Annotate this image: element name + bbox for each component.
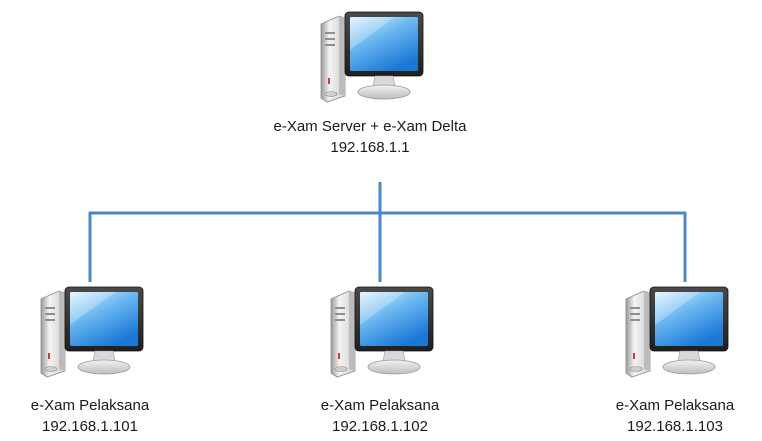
client-ip: 192.168.1.101 [42, 418, 138, 435]
network-diagram: e-Xam Server + e-Xam Delta 192.168.1.1 e… [0, 0, 762, 441]
client-node: e-Xam Pelaksana 192.168.1.102 [260, 285, 500, 437]
client-label: e-Xam Pelaksana [615, 397, 735, 414]
server-label: e-Xam Server + e-Xam Delta [273, 118, 467, 135]
server-node: e-Xam Server + e-Xam Delta 192.168.1.1 [250, 10, 490, 158]
client-ip: 192.168.1.102 [332, 418, 428, 435]
client-label: e-Xam Pelaksana [30, 397, 150, 414]
client-label: e-Xam Pelaksana [320, 397, 440, 414]
client-ip: 192.168.1.103 [627, 418, 723, 435]
desktop-computer-icon [35, 285, 145, 379]
desktop-computer-icon [315, 10, 425, 104]
server-ip: 192.168.1.1 [330, 139, 410, 156]
desktop-computer-icon [325, 285, 435, 379]
client-node: e-Xam Pelaksana 192.168.1.101 [0, 285, 210, 437]
desktop-computer-icon [620, 285, 730, 379]
client-node: e-Xam Pelaksana 192.168.1.103 [555, 285, 762, 437]
